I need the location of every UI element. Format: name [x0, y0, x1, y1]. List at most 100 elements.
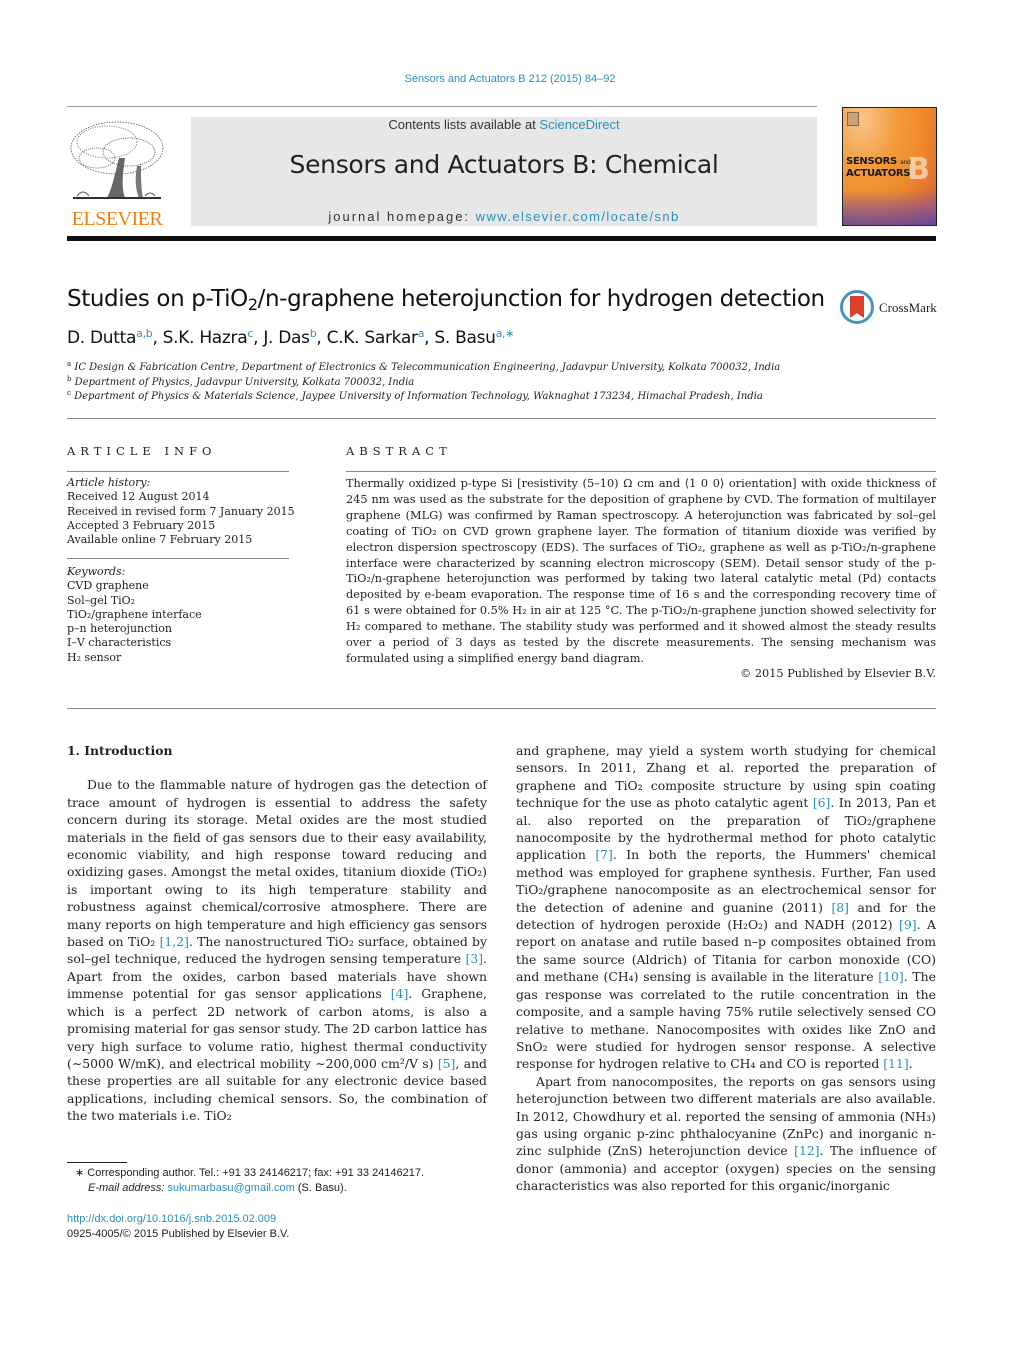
affiliation: a IC Design & Fabrication Centre, Depart… [67, 361, 780, 376]
doi-link[interactable]: http://dx.doi.org/10.1016/j.snb.2015.02.… [67, 1212, 289, 1227]
keyword: H₂ sensor [67, 650, 122, 664]
history-item: Received 12 August 2014 [67, 490, 210, 504]
reference-link[interactable]: [5] [438, 1056, 456, 1071]
title-part: Studies on p-TiO [67, 286, 248, 312]
author[interactable]: S. Basua,∗ [434, 328, 514, 348]
reference-link[interactable]: [10] [878, 969, 903, 984]
keyword: I–V characteristics [67, 636, 172, 650]
title-part: /n-graphene heterojunction for hydrogen … [257, 286, 825, 312]
reference-link[interactable]: [4] [391, 986, 409, 1001]
reference-link[interactable]: [11] [883, 1056, 908, 1071]
body-paragraph: and graphene, may yield a system worth s… [516, 742, 936, 1073]
author-separator: , [424, 328, 435, 348]
sciencedirect-link[interactable]: ScienceDirect [539, 117, 619, 132]
affiliation-text: Department of Physics, Jadavpur Universi… [74, 376, 415, 388]
divider [67, 418, 936, 419]
divider [67, 471, 289, 472]
cover-title-line1: SENSORS [846, 156, 897, 167]
journal-cover-image[interactable]: B SENSORS and ACTUATORS [842, 107, 937, 226]
footnote-rule [67, 1162, 127, 1163]
contents-prefix: Contents lists available at [388, 117, 540, 132]
article-info-heading: ARTICLE INFO [67, 444, 217, 458]
cover-title-and: and [900, 159, 911, 166]
contents-line: Contents lists available at ScienceDirec… [191, 117, 817, 132]
reference-link[interactable]: [1,2] [160, 934, 189, 949]
cover-elsevier-emblem-icon [847, 112, 859, 126]
issn-line: 0925-4005/© 2015 Published by Elsevier B… [67, 1228, 290, 1240]
cover-title-line2: ACTUATORS [846, 168, 911, 179]
cover-artwork [843, 190, 936, 225]
journal-citation[interactable]: Sensors and Actuators B 212 (2015) 84–92 [0, 73, 1020, 85]
keyword: Sol–gel TiO₂ [67, 593, 136, 607]
divider [67, 558, 289, 559]
abstract-text: Thermally oxidized p-type Si [resistivit… [346, 477, 936, 665]
doi-block: http://dx.doi.org/10.1016/j.snb.2015.02.… [67, 1212, 289, 1242]
reference-link[interactable]: [6] [813, 795, 831, 810]
text-run: . [908, 1056, 913, 1072]
reference-link[interactable]: [12] [794, 1143, 819, 1158]
affiliation-text: Department of Physics & Materials Scienc… [74, 391, 763, 402]
text-run: . The gas response was correlated to the… [516, 969, 936, 1072]
author[interactable]: J. Dasb [263, 328, 316, 348]
author-name: C.K. Sarkar [326, 328, 418, 348]
header-rule [67, 106, 817, 107]
author-separator: , [152, 328, 163, 348]
corresponding-author-note: ∗ Corresponding author. Tel.: +91 33 241… [75, 1167, 425, 1179]
author-affiliation-marker[interactable]: a,b [136, 327, 153, 340]
crossmark-label: CrossMark [879, 300, 937, 315]
article-history: Article history: Received 12 August 2014… [67, 476, 295, 547]
email-link[interactable]: sukumarbasu@gmail.com [167, 1182, 294, 1194]
reference-link[interactable]: [9] [899, 917, 917, 932]
body-column-left: 1. Introduction Due to the flammable nat… [67, 742, 487, 1125]
affiliation-text: IC Design & Fabrication Centre, Departme… [74, 362, 781, 373]
affiliation-list: a IC Design & Fabrication Centre, Depart… [67, 361, 780, 405]
author-separator: , [316, 328, 327, 348]
keyword: TiO₂/graphene interface [67, 607, 202, 621]
affiliation-key: c [67, 389, 71, 398]
keyword: CVD graphene [67, 579, 149, 593]
author[interactable]: S.K. Hazrac [163, 328, 254, 348]
author-name: S. Basu [434, 328, 496, 348]
title-subscript: 2 [247, 295, 258, 315]
affiliation: c Department of Physics & Materials Scie… [67, 390, 780, 405]
author-affiliation-marker[interactable]: a,∗ [496, 327, 515, 340]
journal-homepage-line: journal homepage: www.elsevier.com/locat… [191, 209, 817, 224]
email-note: E-mail address: sukumarbasu@gmail.com (S… [67, 1181, 424, 1196]
footnotes: ∗ Corresponding author. Tel.: +91 33 241… [67, 1166, 424, 1196]
author-separator: , [253, 328, 264, 348]
author-name: J. Das [263, 328, 310, 348]
reference-link[interactable]: [7] [595, 847, 613, 862]
cover-title: SENSORS and ACTUATORS [846, 156, 911, 179]
history-item: Received in revised form 7 January 2015 [67, 504, 295, 518]
journal-title: Sensors and Actuators B: Chemical [289, 150, 719, 179]
body-paragraph: Due to the flammable nature of hydrogen … [67, 776, 487, 1124]
journal-masthead: Contents lists available at ScienceDirec… [191, 117, 817, 226]
cover-letter: B [907, 152, 930, 187]
reference-link[interactable]: [8] [831, 900, 849, 915]
elsevier-tree-icon [70, 121, 164, 199]
divider [346, 471, 936, 472]
abstract-heading: ABSTRACT [346, 444, 452, 458]
text-run: Due to the flammable nature of hydrogen … [67, 777, 487, 950]
section-heading: 1. Introduction [67, 743, 173, 758]
affiliation: b Department of Physics, Jadavpur Univer… [67, 374, 780, 391]
author-list: D. Duttaa,b, S.K. Hazrac, J. Dasb, C.K. … [67, 328, 514, 348]
header-thick-rule [67, 236, 936, 241]
keywords-label: Keywords: [67, 565, 126, 578]
affiliation-key: b [67, 374, 72, 383]
reference-link[interactable]: [3] [465, 951, 483, 966]
abstract-copyright: © 2015 Published by Elsevier B.V. [739, 667, 936, 680]
divider [67, 708, 936, 709]
history-item: Available online 7 February 2015 [67, 533, 253, 547]
elsevier-logo[interactable]: ELSEVIER [67, 118, 167, 230]
keyword: p–n heterojunction [67, 622, 172, 636]
history-item: Accepted 3 February 2015 [67, 518, 216, 532]
crossmark-button[interactable]: CrossMark [840, 290, 940, 330]
author[interactable]: C.K. Sarkara [327, 328, 425, 348]
email-suffix: (S. Basu). [294, 1182, 347, 1194]
homepage-prefix: journal homepage: [328, 209, 476, 224]
affiliation-key: a [67, 360, 72, 369]
history-label: Article history: [67, 476, 151, 489]
author[interactable]: D. Duttaa,b [67, 327, 153, 348]
journal-homepage-link[interactable]: www.elsevier.com/locate/snb [476, 209, 680, 224]
